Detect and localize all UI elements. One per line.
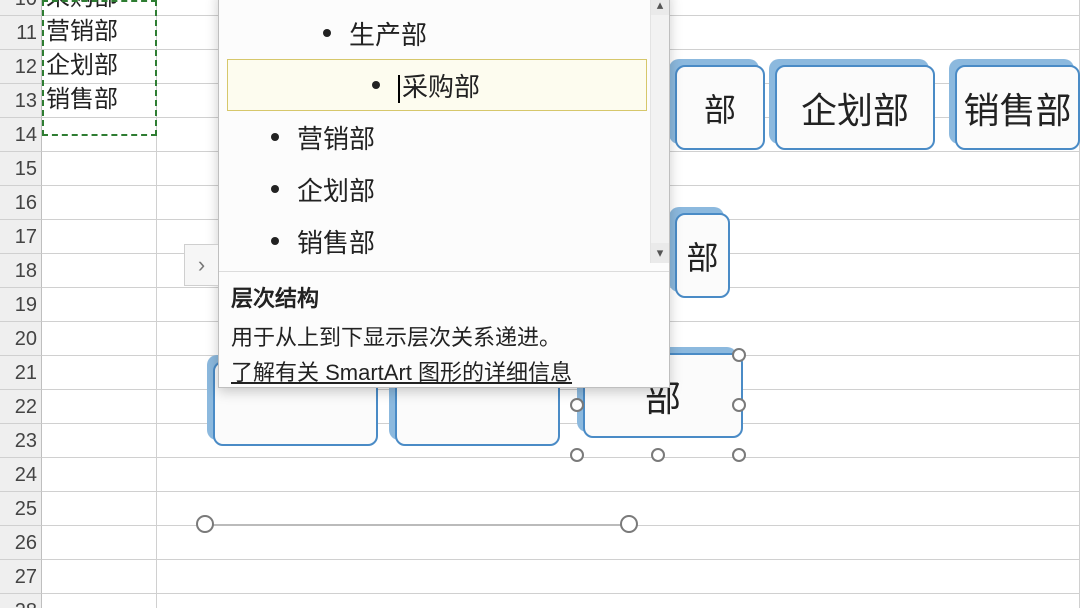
cell[interactable] <box>42 424 157 457</box>
text-pane-item-label: 企划部 <box>297 171 375 208</box>
chevron-right-icon: › <box>198 252 205 278</box>
cell[interactable] <box>42 560 157 593</box>
cell[interactable] <box>42 594 157 608</box>
row-header[interactable]: 16 <box>0 185 42 219</box>
row-headers: 10 11 12 13 14 15 16 17 18 19 20 21 22 2… <box>0 0 42 608</box>
text-pane-item-label: 销售部 <box>297 223 375 260</box>
row-header[interactable]: 18 <box>0 253 42 287</box>
row-header[interactable]: 17 <box>0 219 42 253</box>
scroll-down-button[interactable]: ▾ <box>651 243 669 263</box>
selection-handle[interactable] <box>570 398 584 412</box>
selection-handle[interactable] <box>651 448 665 462</box>
cell[interactable] <box>42 492 157 525</box>
info-title: 层次结构 <box>231 281 657 316</box>
row-header[interactable]: 25 <box>0 491 42 525</box>
node-label: 部 <box>686 233 718 279</box>
smartart-canvas-border <box>206 524 630 526</box>
node-label: 销售部 <box>963 82 1071 134</box>
cell[interactable] <box>42 322 157 355</box>
scroll-up-button[interactable]: ▴ <box>651 0 669 15</box>
canvas-handle[interactable] <box>620 515 638 533</box>
text-pane-item-label: 采购部 <box>402 67 480 104</box>
cell[interactable] <box>42 458 157 491</box>
row-header[interactable]: 12 <box>0 49 42 83</box>
cell[interactable] <box>42 118 157 151</box>
triangle-down-icon: ▾ <box>657 245 664 261</box>
row-header[interactable]: 26 <box>0 525 42 559</box>
cell[interactable] <box>42 390 157 423</box>
row-header[interactable]: 22 <box>0 389 42 423</box>
smartart-node[interactable]: 部 <box>675 213 730 298</box>
row-header[interactable]: 14 <box>0 117 42 151</box>
info-description: 用于从上到下显示层次关系递进。 <box>231 320 657 355</box>
row-header[interactable]: 10 <box>0 0 42 15</box>
row-header[interactable]: 28 <box>0 593 42 608</box>
text-pane-item-label: 营销部 <box>297 119 375 156</box>
selection-handle[interactable] <box>732 348 746 362</box>
text-pane-item[interactable]: 销售部 <box>219 215 651 267</box>
row-header[interactable]: 11 <box>0 15 42 49</box>
cell-A12[interactable]: 企划部 <box>42 50 157 83</box>
text-pane-scrollbar[interactable]: ▴ ▾ <box>650 0 669 263</box>
cell-A13[interactable]: 销售部 <box>42 84 157 117</box>
text-pane-item[interactable]: 生产部 <box>219 7 651 59</box>
row-header[interactable]: 13 <box>0 83 42 117</box>
text-pane-toggle[interactable]: › <box>184 244 218 286</box>
row-header[interactable]: 15 <box>0 151 42 185</box>
cell[interactable] <box>42 152 157 185</box>
row-header[interactable]: 19 <box>0 287 42 321</box>
bullet-icon <box>271 133 279 141</box>
bullet-icon <box>372 81 380 89</box>
cell-A10[interactable]: 采购部 <box>42 0 157 15</box>
selection-handle[interactable] <box>732 398 746 412</box>
text-pane-item[interactable]: 企划部 <box>219 163 651 215</box>
cell[interactable] <box>42 254 157 287</box>
cell[interactable] <box>42 220 157 253</box>
bullet-icon <box>323 29 331 37</box>
cell[interactable] <box>42 288 157 321</box>
bullet-icon <box>271 237 279 245</box>
text-cursor <box>398 75 400 103</box>
text-pane-item-selected[interactable]: 采购部 <box>227 59 647 111</box>
bullet-icon <box>271 185 279 193</box>
cell[interactable] <box>42 526 157 559</box>
row-header[interactable]: 24 <box>0 457 42 491</box>
row-header[interactable]: 27 <box>0 559 42 593</box>
text-pane-list[interactable]: 生产部 采购部 营销部 企划部 销售部 <box>219 0 651 287</box>
cell-A11[interactable]: 营销部 <box>42 16 157 49</box>
row-header[interactable]: 23 <box>0 423 42 457</box>
divider <box>219 271 669 272</box>
smartart-node[interactable]: 部 <box>675 65 765 150</box>
canvas-handle[interactable] <box>196 515 214 533</box>
cell[interactable] <box>42 356 157 389</box>
text-pane-info: 层次结构 用于从上到下显示层次关系递进。 了解有关 SmartArt 图形的详细… <box>231 281 657 391</box>
selection-handle[interactable] <box>570 448 584 462</box>
row-header[interactable]: 20 <box>0 321 42 355</box>
node-label: 部 <box>704 85 736 131</box>
cell[interactable] <box>42 186 157 219</box>
row-header[interactable]: 21 <box>0 355 42 389</box>
node-label: 企划部 <box>801 82 909 134</box>
smartart-node[interactable]: 企划部 <box>775 65 935 150</box>
triangle-up-icon: ▴ <box>657 0 664 13</box>
text-pane-item[interactable]: 营销部 <box>219 111 651 163</box>
smartart-learn-more-link[interactable]: 了解有关 SmartArt 图形的详细信息 <box>231 355 657 390</box>
smartart-text-pane[interactable]: 生产部 采购部 营销部 企划部 销售部 ▴ ▾ 层次结构 用于从上到下显示层次关… <box>218 0 670 388</box>
selection-handle[interactable] <box>732 448 746 462</box>
text-pane-item-label: 生产部 <box>349 15 427 52</box>
smartart-node[interactable]: 销售部 <box>955 65 1080 150</box>
